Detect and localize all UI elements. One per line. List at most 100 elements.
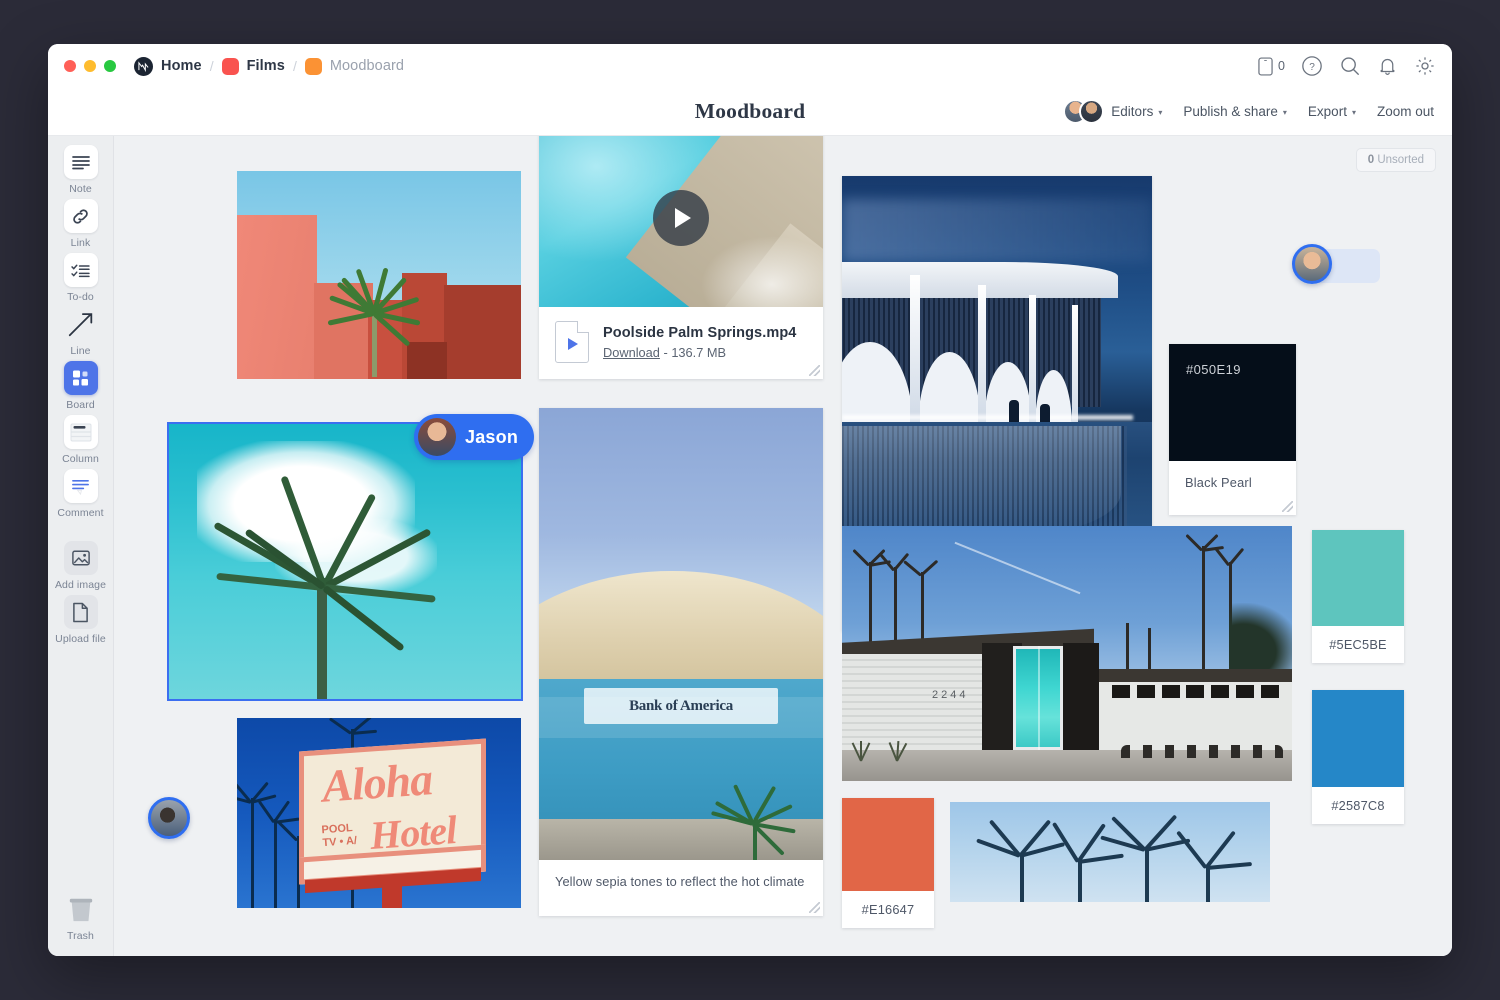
download-link[interactable]: Download — [603, 345, 660, 360]
tool-todo[interactable]: To-do — [52, 253, 110, 303]
titlebar-actions: 0 ? — [1258, 44, 1436, 88]
video-file-meta: Download - 136.7 MB — [603, 345, 796, 360]
window-controls[interactable] — [64, 60, 116, 72]
tool-label-note: Note — [69, 183, 92, 195]
orange-square-icon — [305, 58, 322, 75]
color-swatch-card-orange[interactable]: #E16647 — [842, 798, 934, 928]
help-button[interactable]: ? — [1301, 55, 1323, 77]
bank-building-image: Bank of America — [539, 408, 823, 860]
image-card-aloha-hotel[interactable]: Aloha Hotel POOLTV • A/ — [237, 718, 521, 908]
breadcrumb-separator: / — [210, 58, 214, 74]
tool-column[interactable]: Column — [52, 415, 110, 465]
tool-line[interactable]: Line — [52, 307, 110, 357]
tool-label-link: Link — [71, 237, 91, 249]
tool-upload-file[interactable]: Upload file — [52, 595, 110, 645]
breadcrumb-separator-2: / — [293, 58, 297, 74]
chevron-down-icon: ▾ — [1158, 108, 1162, 117]
unsorted-badge[interactable]: 0 Unsorted — [1356, 148, 1436, 172]
avatar — [1079, 99, 1104, 124]
line-arrow-icon — [66, 309, 96, 339]
zoom-out-button[interactable]: Zoom out — [1377, 104, 1434, 119]
image-card-palm-fronds[interactable] — [950, 802, 1270, 902]
link-icon — [70, 206, 91, 227]
settings-button[interactable] — [1414, 55, 1436, 77]
swatch-color-teal — [1312, 530, 1404, 626]
left-toolbar: Note Link To-do Line — [48, 136, 114, 956]
export-button[interactable]: Export ▾ — [1308, 104, 1356, 119]
bell-icon — [1377, 56, 1398, 77]
breadcrumb-item-moodboard[interactable]: Moodboard — [305, 58, 404, 75]
color-swatch-card-teal[interactable]: #5EC5BE — [1312, 530, 1404, 663]
app-window: Home / Films / Moodboard 0 ? — [48, 44, 1452, 956]
column-icon — [70, 423, 92, 442]
resize-handle[interactable] — [809, 902, 820, 913]
red-square-icon — [222, 58, 239, 75]
resize-handle[interactable] — [809, 365, 820, 376]
breadcrumb: Home / Films / Moodboard — [134, 57, 404, 76]
color-swatch-card-black-pearl[interactable]: #050E19 Black Pearl — [1169, 344, 1296, 515]
comment-tool-surface — [64, 469, 98, 503]
app-body: Note Link To-do Line — [48, 136, 1452, 956]
collaborator-avatar-right — [1292, 244, 1332, 284]
video-thumbnail[interactable] — [539, 136, 823, 307]
tool-note[interactable]: Note — [52, 145, 110, 195]
board-tool-surface — [64, 361, 98, 395]
image-card-pink-walls[interactable] — [237, 171, 521, 379]
chevron-down-icon: ▾ — [1352, 108, 1356, 117]
note-tool-surface — [64, 145, 98, 179]
breadcrumb-label-moodboard: Moodboard — [330, 58, 404, 74]
swatch-name-black-pearl: Black Pearl — [1169, 461, 1296, 504]
editors-button[interactable]: Editors ▾ — [1063, 99, 1162, 124]
aloha-sign-subtext: POOLTV • A/ — [321, 821, 357, 849]
phone-device-count: 0 — [1278, 59, 1285, 73]
notifications-button[interactable] — [1377, 56, 1398, 77]
publish-share-label: Publish & share — [1183, 104, 1278, 119]
trash-button[interactable]: Trash — [48, 892, 113, 942]
tool-board[interactable]: Board — [52, 361, 110, 411]
play-button[interactable] — [653, 190, 709, 246]
tool-comment[interactable]: Comment — [52, 469, 110, 519]
note-icon — [71, 154, 91, 170]
board-canvas[interactable]: 0 Unsorted — [114, 136, 1452, 956]
video-file-info: Poolside Palm Springs.mp4 Download - 136… — [539, 307, 823, 379]
todo-icon — [70, 263, 91, 278]
tool-label-comment: Comment — [57, 507, 103, 519]
collaborator-name: Jason — [465, 427, 518, 448]
swatch-hex-orange: #E16647 — [842, 891, 934, 928]
aloha-sign-word-1: Aloha — [320, 752, 433, 813]
close-window-button[interactable] — [64, 60, 76, 72]
aloha-sign-word-2: Hotel — [369, 806, 458, 859]
trash-surface — [64, 892, 98, 926]
svg-text:?: ? — [1309, 62, 1315, 73]
tool-add-image[interactable]: Add image — [52, 541, 110, 591]
publish-share-button[interactable]: Publish & share ▾ — [1183, 104, 1287, 119]
todo-tool-surface — [64, 253, 98, 287]
image-card-mcm-house[interactable]: 2244 — [842, 526, 1292, 781]
tool-link[interactable]: Link — [52, 199, 110, 249]
search-button[interactable] — [1339, 55, 1361, 77]
image-card-palm-sky[interactable] — [169, 424, 521, 699]
maximize-window-button[interactable] — [104, 60, 116, 72]
video-file-card[interactable]: Poolside Palm Springs.mp4 Download - 136… — [539, 136, 823, 379]
tool-label-upload-file: Upload file — [55, 633, 106, 645]
search-icon — [1339, 55, 1361, 77]
swatch-color-black-pearl: #050E19 — [1169, 344, 1296, 461]
resize-handle[interactable] — [1282, 501, 1293, 512]
minimize-window-button[interactable] — [84, 60, 96, 72]
swatch-hex-label-on-color: #050E19 — [1186, 362, 1241, 377]
video-filename: Poolside Palm Springs.mp4 — [603, 325, 796, 341]
image-card-bank-building[interactable]: Bank of America — [539, 408, 823, 916]
breadcrumb-item-films[interactable]: Films — [222, 58, 285, 75]
phone-devices-button[interactable]: 0 — [1258, 57, 1285, 76]
board-icon — [71, 368, 91, 388]
column-tool-surface — [64, 415, 98, 449]
video-filesize: 136.7 MB — [671, 345, 726, 360]
export-label: Export — [1308, 104, 1347, 119]
unsorted-count: 0 — [1368, 154, 1374, 166]
unsorted-label: Unsorted — [1377, 154, 1424, 166]
breadcrumb-item-home[interactable]: Home — [134, 57, 202, 76]
zoom-out-label: Zoom out — [1377, 104, 1434, 119]
mcm-house-number: 2244 — [932, 689, 968, 701]
swatch-hex-teal: #5EC5BE — [1312, 626, 1404, 663]
color-swatch-card-blue[interactable]: #2587C8 — [1312, 690, 1404, 824]
